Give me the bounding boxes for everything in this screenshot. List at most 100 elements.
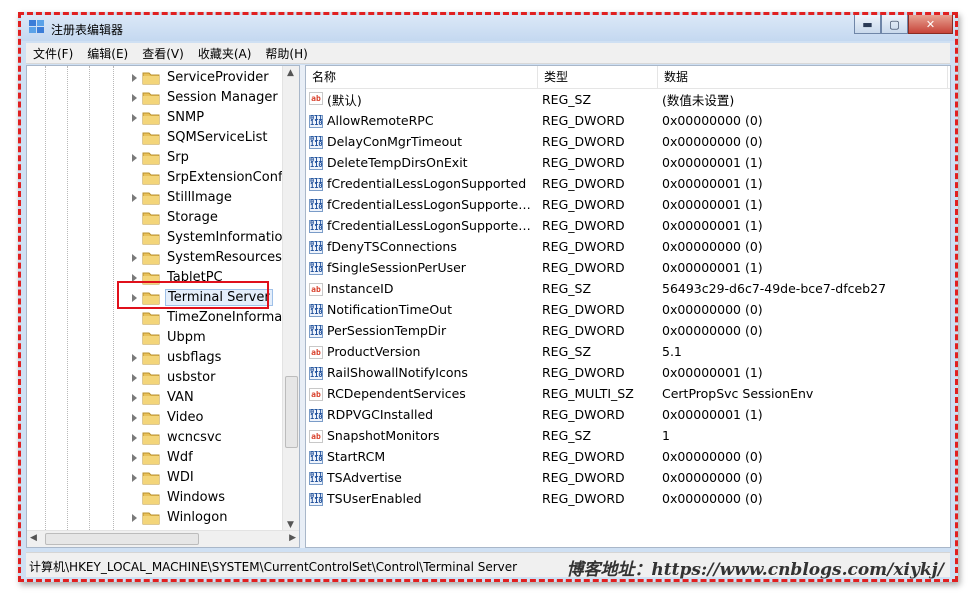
menu-favorites[interactable]: 收藏夹(A) bbox=[191, 45, 259, 62]
expand-arrow-icon[interactable] bbox=[132, 474, 137, 482]
folder-icon bbox=[142, 112, 160, 125]
tree-item[interactable]: SrpExtensionConfig bbox=[27, 168, 285, 188]
binary-value-icon: 011 110 bbox=[309, 303, 323, 317]
tree-item[interactable]: SNMP bbox=[27, 108, 285, 128]
binary-value-icon: 011 110 bbox=[309, 450, 323, 464]
tree-item-label: Winlogon bbox=[167, 510, 228, 525]
expand-arrow-icon[interactable] bbox=[132, 414, 137, 422]
scroll-up-arrow-icon[interactable]: ▲ bbox=[287, 68, 294, 78]
tree-item-label: StillImage bbox=[167, 190, 232, 205]
value-name: RailShowallNotifyIcons bbox=[327, 365, 468, 380]
expand-arrow-icon[interactable] bbox=[132, 114, 137, 122]
expand-arrow-icon[interactable] bbox=[132, 374, 137, 382]
binary-value-icon: 011 110 bbox=[309, 114, 323, 128]
tree-item[interactable]: Storage bbox=[27, 208, 285, 228]
value-type-cell: REG_DWORD bbox=[542, 407, 625, 422]
value-row[interactable]: 011 110 StartRCM REG_DWORD 0x00000000 (0) bbox=[306, 446, 950, 467]
scroll-right-arrow-icon[interactable]: ▶ bbox=[289, 533, 296, 543]
column-header-name[interactable]: 名称 bbox=[306, 66, 538, 88]
value-row[interactable]: 011 110 DelayConMgrTimeout REG_DWORD 0x0000… bbox=[306, 131, 950, 152]
value-row[interactable]: ab InstanceID REG_SZ 56493c29-d6c7-49de-bce… bbox=[306, 278, 950, 299]
tree-item[interactable]: usbstor bbox=[27, 368, 285, 388]
tree-horizontal-scrollbar[interactable]: ◀ ▶ bbox=[27, 530, 299, 547]
tree-item[interactable]: wcncsvc bbox=[27, 428, 285, 448]
tree-vertical-scroll-thumb[interactable] bbox=[285, 376, 298, 448]
value-name: NotificationTimeOut bbox=[327, 302, 452, 317]
column-header-type[interactable]: 类型 bbox=[538, 66, 658, 88]
value-row[interactable]: 011 110 fCredentialLessLogonSupportedTSS R… bbox=[306, 215, 950, 236]
scroll-down-arrow-icon[interactable]: ▼ bbox=[287, 520, 294, 530]
tree-horizontal-scroll-thumb[interactable] bbox=[45, 533, 199, 545]
value-row[interactable]: 011 110 fSingleSessionPerUser REG_DWORD 0x0… bbox=[306, 257, 950, 278]
value-type-cell: REG_SZ bbox=[542, 428, 592, 443]
close-button[interactable]: ✕ bbox=[908, 15, 953, 34]
value-row[interactable]: 011 110 NotificationTimeOut REG_DWORD 0x000… bbox=[306, 299, 950, 320]
value-data-cell: 0x00000001 (1) bbox=[662, 260, 763, 275]
value-name-cell: 011 110 DelayConMgrTimeout bbox=[306, 134, 538, 149]
tree-item[interactable]: ServiceProvider bbox=[27, 68, 285, 88]
tree-item[interactable]: SQMServiceList bbox=[27, 128, 285, 148]
expand-arrow-icon[interactable] bbox=[132, 194, 137, 202]
tree-vertical-scrollbar[interactable]: ▲ ▼ bbox=[282, 66, 299, 532]
value-row[interactable]: 011 110 DeleteTempDirsOnExit REG_DWORD 0x00… bbox=[306, 152, 950, 173]
value-row[interactable]: 011 110 fDenyTSConnections REG_DWORD 0x0000… bbox=[306, 236, 950, 257]
menu-help[interactable]: 帮助(H) bbox=[258, 45, 314, 62]
tree-item[interactable]: usbflags bbox=[27, 348, 285, 368]
value-row[interactable]: 011 110 PerSessionTempDir REG_DWORD 0x00000… bbox=[306, 320, 950, 341]
tree-item[interactable]: SystemInformation bbox=[27, 228, 285, 248]
expand-arrow-icon[interactable] bbox=[132, 354, 137, 362]
value-row[interactable]: 011 110 fCredentialLessLogonSupported REG_… bbox=[306, 173, 950, 194]
expand-arrow-icon[interactable] bbox=[132, 434, 137, 442]
tree-item[interactable]: Wdf bbox=[27, 448, 285, 468]
expand-arrow-icon[interactable] bbox=[132, 254, 137, 262]
tree-item-label: ServiceProvider bbox=[167, 70, 269, 85]
value-name: ProductVersion bbox=[327, 344, 421, 359]
expand-arrow-icon[interactable] bbox=[132, 394, 137, 402]
expand-arrow-icon[interactable] bbox=[132, 514, 137, 522]
value-name-cell: 011 110 TSUserEnabled bbox=[306, 491, 538, 506]
value-row[interactable]: 011 110 AllowRemoteRPC REG_DWORD 0x00000000… bbox=[306, 110, 950, 131]
tree-item[interactable]: Session Manager bbox=[27, 88, 285, 108]
maximize-button[interactable]: ▢ bbox=[881, 15, 908, 34]
value-row[interactable]: ab ProductVersion REG_SZ 5.1 bbox=[306, 341, 950, 362]
expand-arrow-icon[interactable] bbox=[132, 94, 137, 102]
value-data-cell: CertPropSvc SessionEnv bbox=[662, 386, 814, 401]
blog-watermark: 博客地址：https://www.cnblogs.com/xiykj/ bbox=[566, 560, 944, 580]
menu-file[interactable]: 文件(F) bbox=[26, 45, 80, 62]
tree-item[interactable]: Ubpm bbox=[27, 328, 285, 348]
tree-item[interactable]: StillImage bbox=[27, 188, 285, 208]
expand-arrow-icon[interactable] bbox=[132, 454, 137, 462]
binary-value-icon: 011 110 bbox=[309, 240, 323, 254]
tree-item[interactable]: Video bbox=[27, 408, 285, 428]
value-name-cell: ab RCDependentServices bbox=[306, 386, 538, 401]
tree-item[interactable]: Winlogon bbox=[27, 508, 285, 528]
menu-view[interactable]: 查看(V) bbox=[135, 45, 191, 62]
binary-value-icon: 011 110 bbox=[309, 261, 323, 275]
value-row[interactable]: 011 110 fCredentialLessLogonSupportedK...… bbox=[306, 194, 950, 215]
binary-value-icon: 011 110 bbox=[309, 366, 323, 380]
value-row[interactable]: 011 110 TSAdvertise REG_DWORD 0x00000000 (0… bbox=[306, 467, 950, 488]
tree-item[interactable]: Srp bbox=[27, 148, 285, 168]
tree-item[interactable]: VAN bbox=[27, 388, 285, 408]
value-data-cell: 0x00000000 (0) bbox=[662, 491, 763, 506]
value-row[interactable]: ab RCDependentServices REG_MULTI_SZ CertPro… bbox=[306, 383, 950, 404]
minimize-button[interactable]: ▬ bbox=[854, 15, 881, 34]
tree-item[interactable]: Windows bbox=[27, 488, 285, 508]
scroll-left-arrow-icon[interactable]: ◀ bbox=[30, 533, 37, 543]
value-row[interactable]: 011 110 RDPVGCInstalled REG_DWORD 0x0000000… bbox=[306, 404, 950, 425]
column-header-data[interactable]: 数据 bbox=[658, 66, 948, 88]
expand-arrow-icon[interactable] bbox=[132, 74, 137, 82]
folder-icon bbox=[142, 352, 160, 365]
title-bar: 注册表编辑器 ▬ ▢ ✕ bbox=[21, 15, 955, 41]
tree-item[interactable]: WDI bbox=[27, 468, 285, 488]
value-row[interactable]: 011 110 RailShowallNotifyIcons REG_DWORD 0x… bbox=[306, 362, 950, 383]
tree-item[interactable]: TimeZoneInformatic bbox=[27, 308, 285, 328]
value-row[interactable]: 011 110 TSUserEnabled REG_DWORD 0x00000000 … bbox=[306, 488, 950, 509]
value-row[interactable]: ab (默认) REG_SZ (数值未设置) bbox=[306, 89, 950, 110]
menu-edit[interactable]: 编辑(E) bbox=[80, 45, 135, 62]
tree-item[interactable]: SystemResources bbox=[27, 248, 285, 268]
window-controls: ▬ ▢ ✕ bbox=[854, 15, 953, 34]
value-data-cell: 0x00000000 (0) bbox=[662, 302, 763, 317]
expand-arrow-icon[interactable] bbox=[132, 154, 137, 162]
value-row[interactable]: ab SnapshotMonitors REG_SZ 1 bbox=[306, 425, 950, 446]
